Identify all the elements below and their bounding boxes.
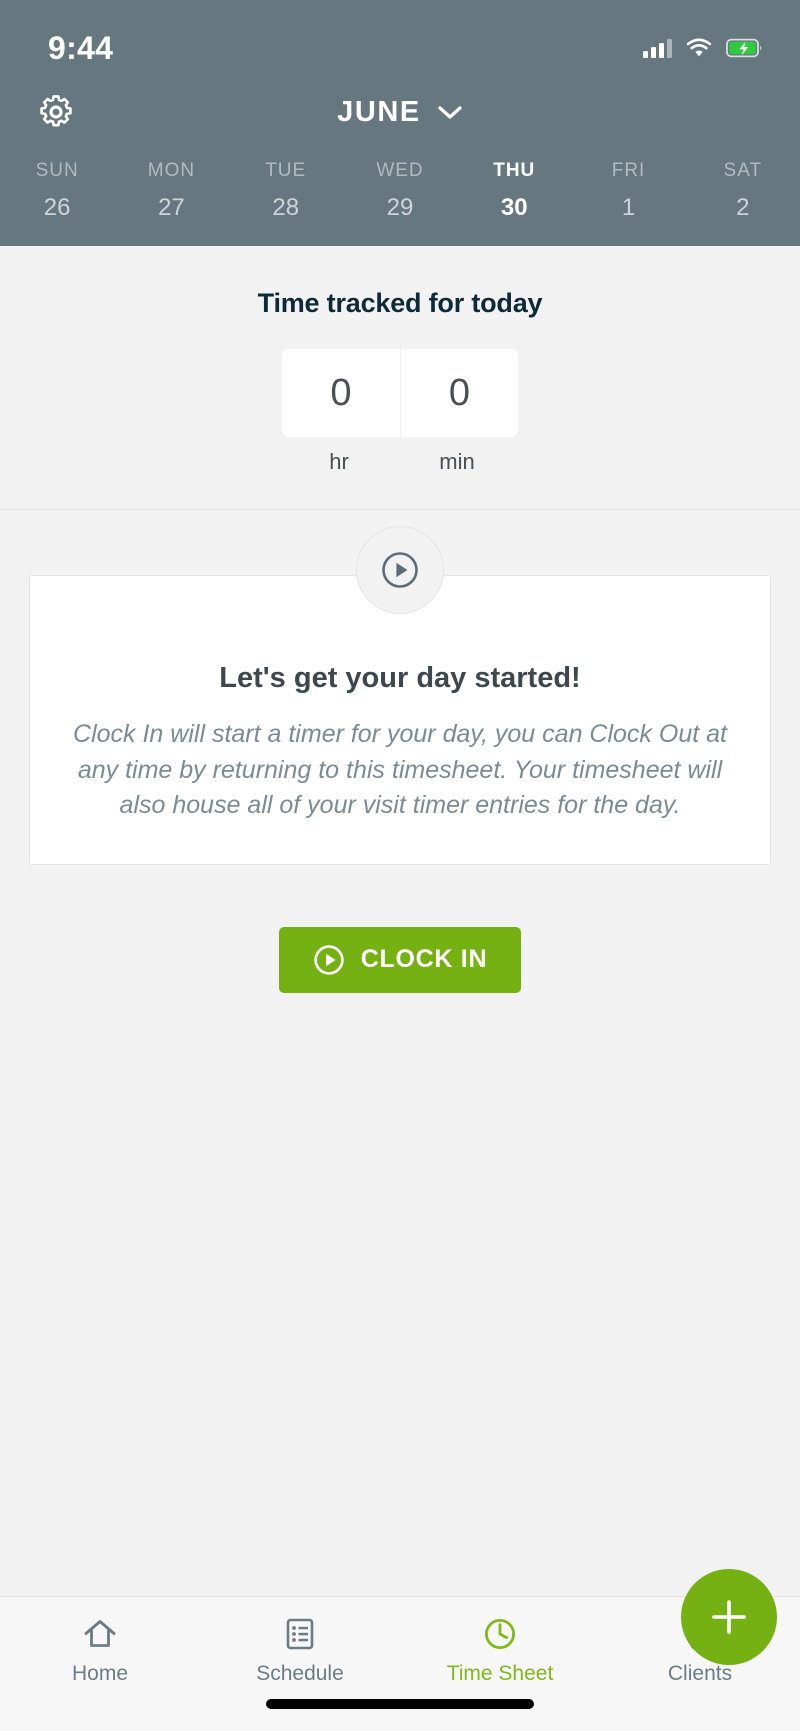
month-display: JUNE: [0, 96, 800, 129]
list-icon: [281, 1615, 319, 1653]
home-indicator: [266, 1699, 534, 1709]
clock-in-row: CLOCK IN: [0, 926, 800, 993]
day-of-week-label: MON: [147, 160, 196, 181]
app-header: 9:44 JUNE SUN 26 MON 27 TUE 28 WED 29 TH…: [0, 0, 800, 252]
week-day-strip: SUN 26 MON 27 TUE 28 WED 29 THU 30 FRI 1: [0, 150, 800, 252]
info-card-wrapper: Let's get your day started! Clock In wil…: [29, 526, 771, 865]
hours-value[interactable]: 0: [282, 349, 400, 437]
chevron-down-icon[interactable]: [437, 104, 463, 120]
gear-icon: [38, 94, 74, 130]
cellular-signal-icon: [643, 38, 672, 58]
hours-label: hr: [329, 449, 349, 474]
day-number-label: 30: [500, 194, 528, 221]
minutes-value[interactable]: 0: [400, 349, 518, 437]
status-bar: 9:44: [0, 22, 800, 74]
app-screen: 9:44 JUNE SUN 26 MON 27 TUE 28 WED 29 TH…: [0, 0, 800, 1731]
time-counter-labels: hr min: [280, 449, 520, 475]
day-cell-tue[interactable]: TUE 28: [229, 156, 343, 246]
day-cell-mon[interactable]: MON 27: [114, 156, 228, 246]
tab-label-clients: Clients: [667, 1662, 733, 1685]
tab-label-home: Home: [71, 1662, 129, 1685]
time-tracked-section: Time tracked for today 0 0 hr min: [0, 246, 800, 510]
day-number-label: 1: [621, 194, 636, 221]
battery-charging-icon: [726, 38, 764, 58]
day-of-week-label: TUE: [265, 160, 307, 181]
day-of-week-label: FRI: [611, 160, 646, 181]
day-number-label: 28: [272, 194, 300, 221]
play-circle-icon: [380, 550, 420, 590]
day-of-week-label: SAT: [723, 160, 763, 181]
day-number-label: 2: [736, 194, 750, 221]
plus-icon: [708, 1596, 750, 1638]
status-bar-icons: [643, 38, 764, 58]
day-cell-fri[interactable]: FRI 1: [571, 156, 685, 246]
day-number-label: 26: [43, 194, 71, 221]
month-label: JUNE: [337, 95, 421, 128]
status-bar-time: 9:44: [48, 29, 114, 66]
info-card-text: Clock In will start a timer for your day…: [73, 720, 727, 819]
day-cell-thu[interactable]: THU 30: [457, 156, 571, 252]
tab-label-schedule: Schedule: [256, 1662, 344, 1685]
tab-home[interactable]: Home: [0, 1615, 200, 1686]
time-counters: 0 0: [280, 349, 520, 437]
day-of-week-label: WED: [376, 160, 424, 181]
day-number-label: 29: [386, 194, 414, 221]
wifi-icon: [686, 38, 712, 58]
tab-label-time-sheet: Time Sheet: [446, 1662, 554, 1685]
day-of-week-label: THU: [493, 160, 536, 181]
tab-schedule[interactable]: Schedule: [200, 1615, 400, 1686]
home-icon: [81, 1615, 119, 1653]
day-cell-sat[interactable]: SAT 2: [686, 156, 800, 246]
clock-icon: [481, 1615, 519, 1653]
play-circle-button[interactable]: [356, 526, 444, 614]
bottom-tab-bar: Home Schedule Time Sheet Clients: [0, 1569, 800, 1731]
clock-in-button[interactable]: CLOCK IN: [278, 926, 522, 993]
minutes-label: min: [439, 449, 475, 474]
time-tracked-title: Time tracked for today: [257, 288, 543, 318]
info-card: Let's get your day started! Clock In wil…: [29, 575, 771, 865]
add-button[interactable]: [681, 1569, 777, 1665]
settings-button[interactable]: [30, 86, 82, 138]
clock-in-label: CLOCK IN: [360, 945, 488, 973]
day-of-week-label: SUN: [35, 160, 79, 181]
day-cell-sun[interactable]: SUN 26: [0, 156, 114, 246]
day-cell-wed[interactable]: WED 29: [343, 156, 457, 246]
day-number-label: 27: [158, 194, 185, 221]
play-circle-icon: [313, 944, 345, 976]
tab-time-sheet[interactable]: Time Sheet: [400, 1615, 600, 1686]
month-selector-row: JUNE: [0, 74, 800, 150]
main-content: Time tracked for today 0 0 hr min Let's …: [0, 246, 800, 1731]
info-card-title: Let's get your day started!: [219, 662, 581, 694]
